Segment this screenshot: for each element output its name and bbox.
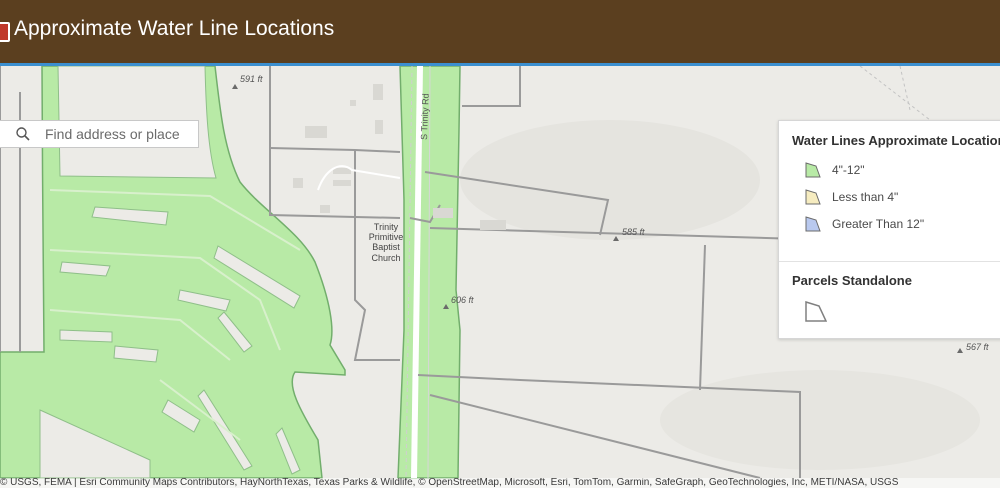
- poi-label-line: Church: [371, 253, 400, 263]
- search-input[interactable]: [45, 124, 193, 144]
- legend-swatch-green: [805, 162, 821, 178]
- search-widget[interactable]: [0, 120, 199, 148]
- legend-layer-title: Parcels Standalone: [792, 273, 912, 288]
- elevation-label: 591 ft: [240, 74, 263, 84]
- road-label: S Trinity Rd: [419, 93, 431, 140]
- poi-label-line: Baptist: [372, 242, 400, 252]
- search-icon[interactable]: [15, 126, 31, 142]
- legend-swatch-yellow: [805, 189, 821, 205]
- legend-item-label: Less than 4": [832, 190, 899, 204]
- map-attribution[interactable]: © USGS, FEMA | Esri Community Maps Contr…: [0, 478, 1000, 488]
- elevation-label: 567 ft: [966, 342, 989, 352]
- legend-item-label: 4"-12": [832, 163, 865, 177]
- legend-divider: [779, 261, 1000, 262]
- legend-layer-title: Water Lines Approximate Locations: [792, 133, 1000, 148]
- poi-label-church[interactable]: Trinity Primitive Baptist Church: [369, 222, 404, 263]
- legend-item-label: Greater Than 12": [832, 217, 925, 231]
- legend-swatch-parcel: [805, 301, 827, 322]
- elevation-label: 585 ft: [622, 227, 645, 237]
- legend-panel: Water Lines Approximate Locations 4"-12"…: [778, 120, 1000, 339]
- terrain-shade: [660, 370, 980, 470]
- app-header: Approximate Water Line Locations: [0, 0, 1000, 66]
- poi-label-line: Trinity: [374, 222, 399, 232]
- elevation-label: 606 ft: [451, 295, 474, 305]
- app-title: Approximate Water Line Locations: [14, 17, 335, 40]
- poi-label-line: Primitive: [369, 232, 404, 242]
- legend-swatch-blue: [805, 216, 821, 232]
- app-logo-icon: [0, 22, 10, 42]
